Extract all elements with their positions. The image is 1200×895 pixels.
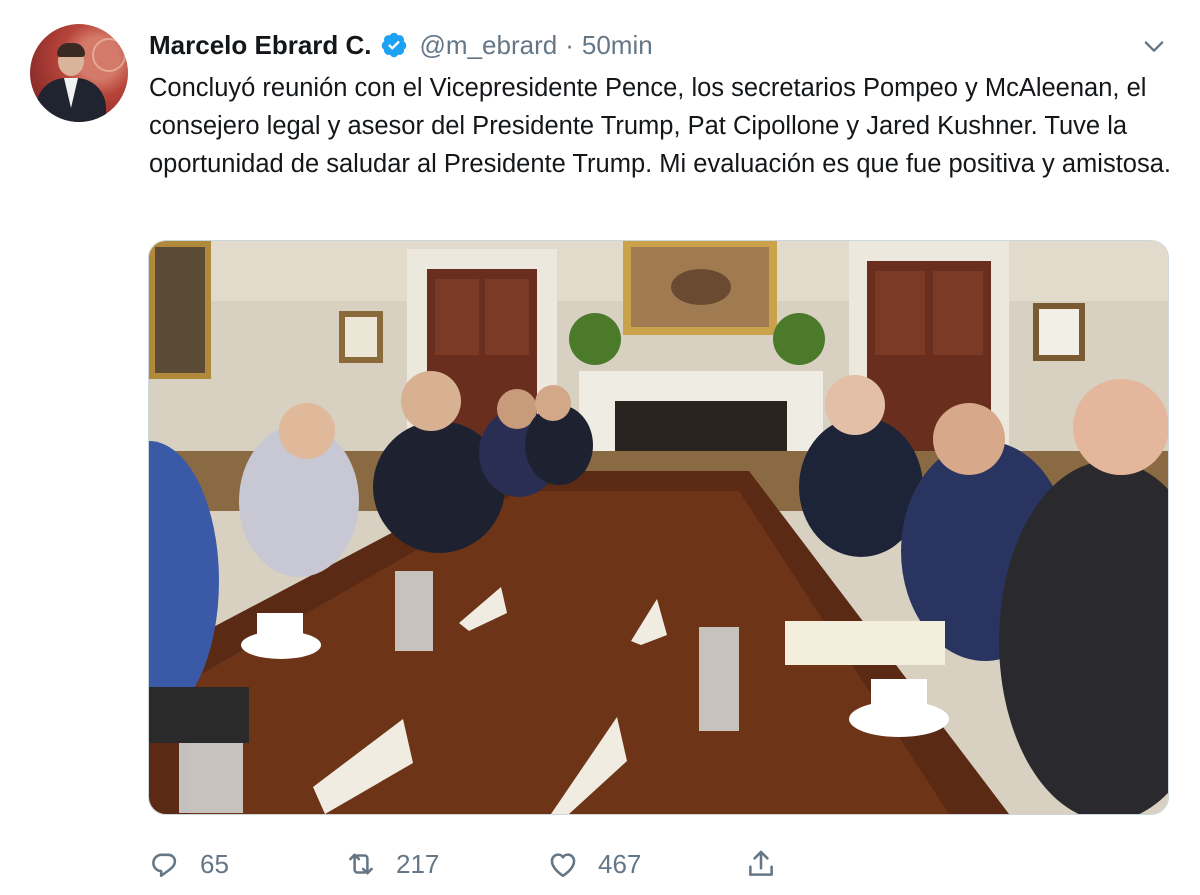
tweet-header: Marcelo Ebrard C. @m_ebrard · 50min bbox=[149, 28, 653, 62]
verified-badge-icon bbox=[380, 31, 408, 59]
tweet[interactable]: Marcelo Ebrard C. @m_ebrard · 50min Conc… bbox=[0, 0, 1200, 895]
share-button[interactable] bbox=[744, 840, 778, 888]
author-name[interactable]: Marcelo Ebrard C. bbox=[149, 30, 372, 61]
reply-button[interactable]: 65 bbox=[148, 840, 229, 888]
tweet-text: Concluyó reunión con el Vicepresidente P… bbox=[149, 74, 1171, 178]
like-button[interactable]: 467 bbox=[546, 840, 641, 888]
retweet-button[interactable]: 217 bbox=[344, 840, 439, 888]
tweet-timestamp[interactable]: 50min bbox=[582, 30, 653, 61]
like-count: 467 bbox=[598, 848, 642, 879]
share-icon bbox=[744, 847, 778, 881]
author-handle[interactable]: @m_ebrard bbox=[420, 30, 558, 61]
avatar-seal bbox=[92, 38, 126, 72]
tweet-photo[interactable] bbox=[148, 240, 1169, 815]
separator-dot: · bbox=[565, 29, 574, 60]
avatar-figure-hair bbox=[57, 43, 85, 57]
reply-icon bbox=[148, 847, 182, 881]
retweet-count: 217 bbox=[396, 848, 440, 879]
heart-icon bbox=[546, 847, 580, 881]
meeting-room-photo bbox=[149, 241, 1168, 814]
reply-count: 65 bbox=[200, 848, 229, 879]
retweet-icon bbox=[344, 847, 378, 881]
chevron-down-icon[interactable] bbox=[1140, 32, 1168, 60]
avatar[interactable] bbox=[30, 24, 128, 122]
